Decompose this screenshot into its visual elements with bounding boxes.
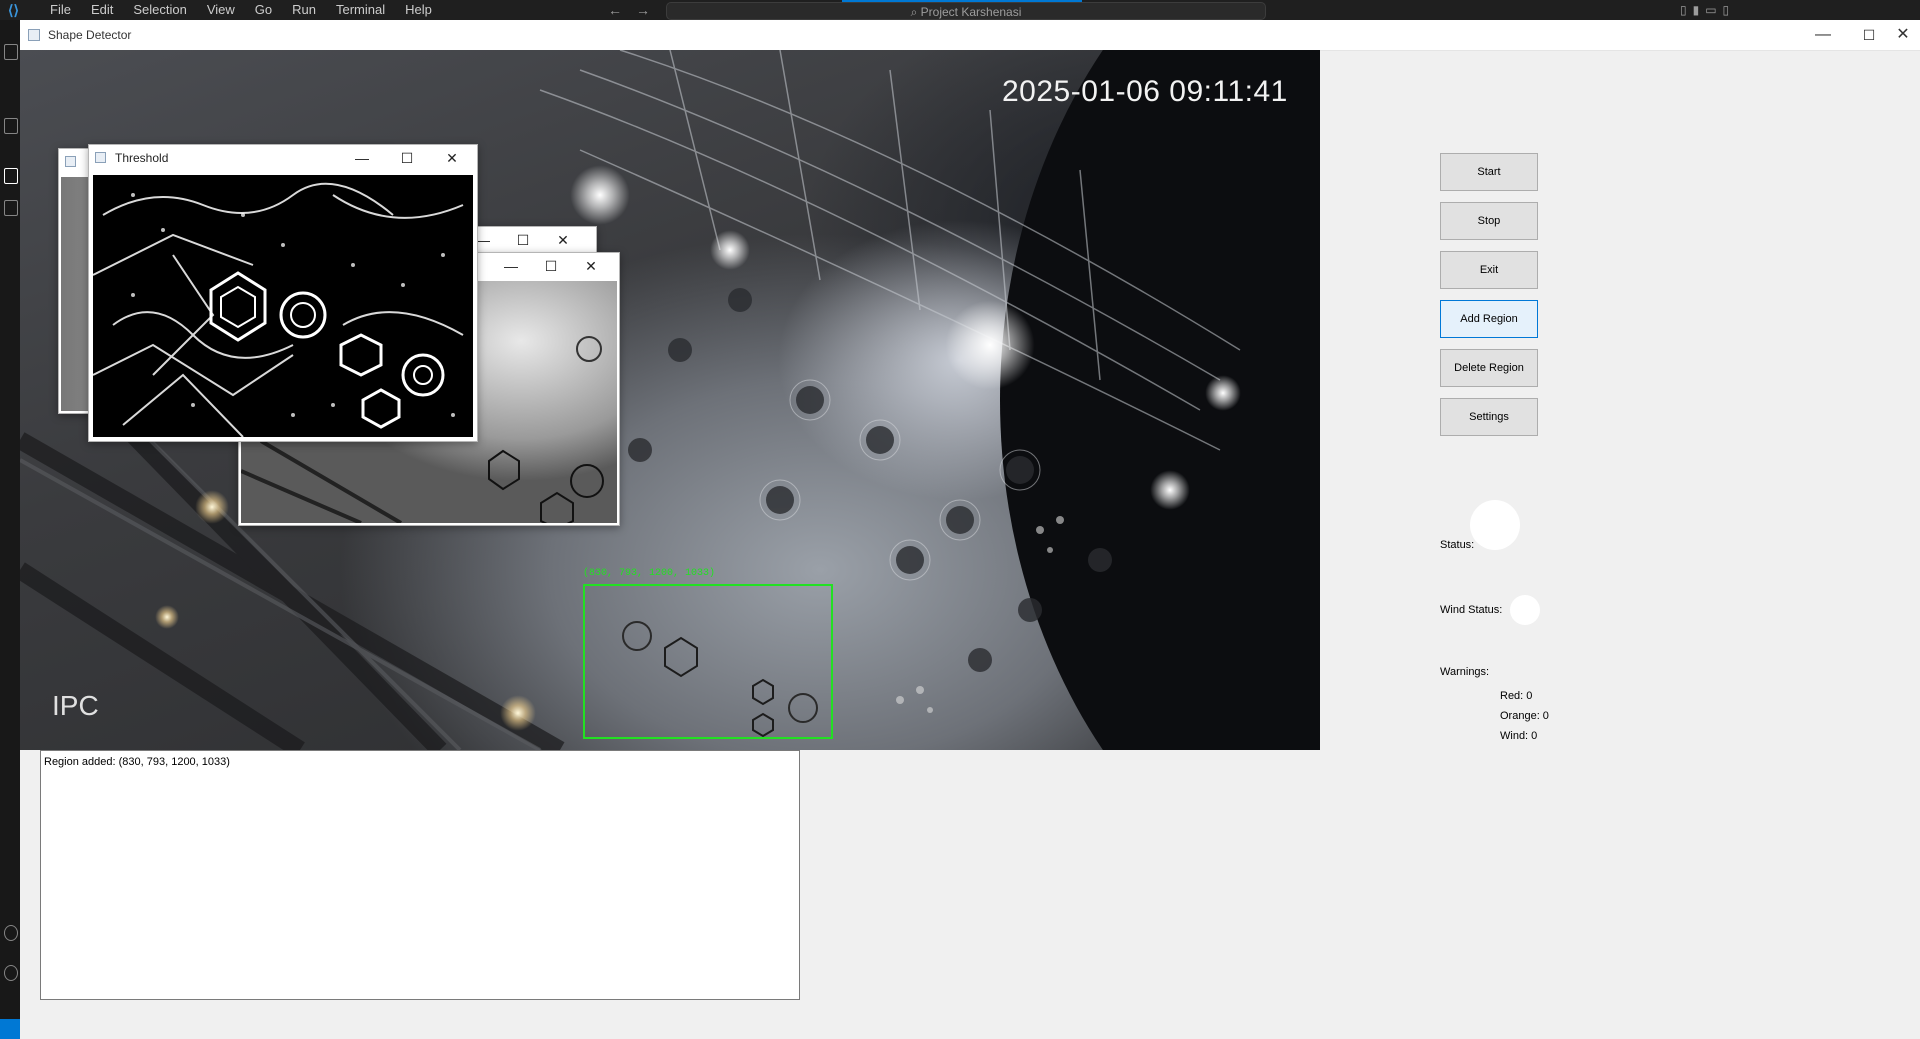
video-timestamp: 2025-01-06 09:11:41 (1002, 75, 1288, 108)
menu-edit[interactable]: Edit (81, 0, 123, 20)
window-title: Shape Detector (48, 28, 132, 42)
source-control-icon[interactable] (4, 118, 18, 134)
settings-button[interactable]: Settings (1440, 398, 1538, 436)
region-coordinates-label: (830, 793, 1200, 1033) (583, 568, 716, 579)
search-text: Project Karshenasi (920, 5, 1022, 19)
cv-minimize-button[interactable]: — (491, 253, 531, 279)
account-icon[interactable] (4, 925, 18, 941)
vscode-logo-icon: ⟨⟩ (8, 2, 19, 18)
layout-controls-icon[interactable]: ▯▮▭▯ (1680, 0, 1735, 20)
menu-view[interactable]: View (197, 0, 245, 20)
shape-detector-window: Shape Detector — ☐ ✕ 2025-01-06 09:11:41… (20, 20, 1920, 1039)
warning-red-count: Red: 0 (1500, 690, 1533, 702)
wind-status-label: Wind Status: (1440, 604, 1503, 616)
region-shapes (622, 621, 818, 737)
wind-status-indicator (1510, 595, 1540, 625)
run-debug-icon[interactable] (4, 168, 18, 184)
menu-file[interactable]: File (40, 0, 81, 20)
vscode-menubar: ⟨⟩ File Edit Selection View Go Run Termi… (0, 0, 1920, 20)
add-region-button[interactable]: Add Region (1440, 300, 1538, 338)
cv-window-title: Threshold (115, 151, 169, 165)
status-indicator (1470, 500, 1520, 550)
exit-button[interactable]: Exit (1440, 251, 1538, 289)
threshold-image (93, 175, 473, 437)
vscode-activity-bar (0, 20, 20, 1039)
menu-selection[interactable]: Selection (123, 0, 196, 20)
log-textbox[interactable]: Region added: (830, 793, 1200, 1033) (40, 750, 800, 1000)
menu-run[interactable]: Run (282, 0, 326, 20)
cv-close-button[interactable]: ✕ (432, 145, 472, 171)
stop-button[interactable]: Stop (1440, 202, 1538, 240)
explorer-icon[interactable] (4, 44, 18, 60)
floodlight (1150, 470, 1190, 510)
street-lamp (195, 490, 229, 524)
camera-logo: IPC (52, 690, 99, 721)
cv-minimize-button[interactable]: — (342, 145, 382, 171)
cv-maximize-button[interactable]: ☐ (531, 253, 571, 279)
minimize-button[interactable]: — (1800, 20, 1846, 50)
menu-go[interactable]: Go (245, 0, 282, 20)
floodlight (945, 300, 1035, 390)
street-lamp (155, 605, 179, 629)
warning-orange-count: Orange: 0 (1500, 710, 1549, 722)
remote-indicator[interactable] (0, 1019, 20, 1039)
cv-window-threshold[interactable]: Threshold — ☐ ✕ (88, 144, 478, 442)
cv-window-icon (65, 156, 76, 167)
floodlight (1205, 375, 1241, 411)
close-button[interactable]: ✕ (1880, 20, 1920, 50)
manage-gear-icon[interactable] (4, 965, 18, 981)
cv-close-button[interactable]: ✕ (543, 227, 583, 253)
menu-terminal[interactable]: Terminal (326, 0, 395, 20)
delete-region-button[interactable]: Delete Region (1440, 349, 1538, 387)
cv-close-button[interactable]: ✕ (571, 253, 611, 279)
vscode-menu: File Edit Selection View Go Run Terminal… (40, 0, 442, 20)
cv-maximize-button[interactable]: ☐ (503, 227, 543, 253)
cv-window-icon (95, 152, 106, 163)
status-label: Status: (1440, 539, 1475, 551)
threshold-edges (93, 182, 464, 437)
command-center-search[interactable]: ⌕ Project Karshenasi (666, 2, 1266, 20)
street-lamp (500, 695, 536, 731)
window-titlebar[interactable]: Shape Detector — ☐ ✕ (20, 20, 1920, 51)
nav-arrows-icon[interactable]: ←→ (608, 0, 664, 20)
cv-window-titlebar[interactable]: Threshold — ☐ ✕ (89, 145, 477, 171)
warning-wind-count: Wind: 0 (1500, 730, 1538, 742)
floodlight (570, 165, 630, 225)
detection-region[interactable] (583, 584, 833, 739)
start-button[interactable]: Start (1440, 153, 1538, 191)
floodlight (710, 230, 750, 270)
extensions-icon[interactable] (4, 200, 18, 216)
cv-maximize-button[interactable]: ☐ (387, 145, 427, 171)
menu-help[interactable]: Help (395, 0, 442, 20)
app-icon (28, 29, 40, 41)
warnings-heading: Warnings: (1440, 666, 1490, 678)
log-line: Region added: (830, 793, 1200, 1033) (44, 756, 230, 768)
